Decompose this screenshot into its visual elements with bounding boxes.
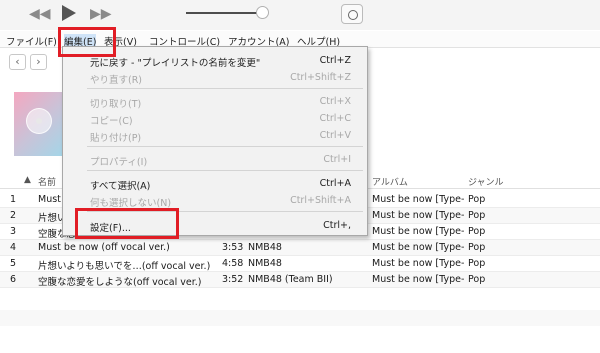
track-number: 2	[10, 210, 17, 221]
disc-icon	[26, 108, 52, 134]
track-album: Must be now [Type-C]	[372, 226, 464, 237]
menu-item-shortcut: Ctrl+A	[319, 178, 351, 189]
table-row[interactable]: 4 Must be now (off vocal ver.) 3:53 NMB48 Mu…	[0, 240, 600, 256]
menu-separator	[87, 170, 363, 171]
menu-item-shortcut: Ctrl+V	[319, 130, 351, 141]
track-number: 3	[10, 226, 17, 237]
menu-item-label: コピー(C)	[90, 116, 133, 127]
highlight-preferences	[75, 208, 179, 239]
track-number: 6	[10, 274, 17, 285]
table-row[interactable]: 6 空腹な恋愛をしような(off vocal ver.) 3:52 NMB48 (Te…	[0, 272, 600, 288]
menu-item-label: 何も選択しない(N)	[90, 198, 172, 209]
play-icon[interactable]	[59, 3, 79, 23]
player-bar: ◀◀ ▶▶	[0, 0, 600, 30]
track-number: 5	[10, 258, 17, 269]
back-button[interactable]: ‹	[9, 54, 26, 70]
menu-item-select-none[interactable]: 何も選択しない(N) Ctrl+Shift+A	[63, 192, 367, 209]
menu-item-copy[interactable]: コピー(C) Ctrl+C	[63, 110, 367, 127]
track-album: Must be now [Type-C]	[372, 242, 464, 253]
menu-item-label: やり直す(R)	[90, 75, 143, 86]
menu-item-shortcut: Ctrl+Z	[319, 55, 351, 66]
track-album: Must be now [Type-C]	[372, 210, 464, 221]
rewind-icon[interactable]: ◀◀	[29, 7, 51, 21]
menu-item-properties[interactable]: プロパティ(I) Ctrl+I	[63, 151, 367, 168]
menu-item-shortcut: Ctrl+X	[319, 96, 351, 107]
menu-item-shortcut: Ctrl+Shift+Z	[290, 72, 351, 83]
menu-item-shortcut: Ctrl+I	[323, 154, 351, 165]
track-number: 4	[10, 242, 17, 253]
menu-item-redo[interactable]: やり直す(R) Ctrl+Shift+Z	[63, 69, 367, 86]
track-genre: Pop	[468, 242, 486, 253]
track-genre: Pop	[468, 226, 486, 237]
empty-row	[0, 310, 600, 326]
track-number: 1	[10, 194, 17, 205]
track-album: Must be now [Type-C]	[372, 258, 464, 269]
forward-button[interactable]: ›	[30, 54, 47, 70]
menu-item-shortcut: Ctrl+,	[323, 220, 351, 231]
track-artist: NMB48 (Team BII)	[248, 274, 333, 285]
track-album: Must be now [Type-C]	[372, 194, 464, 205]
track-album: Must be now [Type-C]	[372, 274, 464, 285]
menu-item-paste[interactable]: 貼り付け(P) Ctrl+V	[63, 127, 367, 144]
menu-item-cut[interactable]: 切り取り(T) Ctrl+X	[63, 93, 367, 110]
menu-item-label: 貼り付け(P)	[90, 133, 142, 144]
menu-item-label: プロパティ(I)	[90, 157, 148, 168]
empty-row	[0, 294, 600, 310]
volume-slider-knob[interactable]	[256, 6, 269, 19]
menu-separator	[87, 146, 363, 147]
empty-row	[0, 326, 600, 342]
menu-item-label: 元に戻す - "プレイリストの名前を変更"	[90, 58, 261, 69]
sort-arrow-icon[interactable]: ▲	[24, 175, 31, 185]
menu-item-label: すべて選択(A)	[90, 181, 151, 192]
column-header-genre[interactable]: ジャンル	[468, 175, 504, 188]
menu-item-select-all[interactable]: すべて選択(A) Ctrl+A	[63, 175, 367, 192]
fast-forward-icon[interactable]: ▶▶	[90, 7, 112, 21]
track-name: Must be now (off vocal ver.)	[38, 242, 170, 253]
column-header-album[interactable]: アルバム	[372, 175, 408, 188]
track-genre: Pop	[468, 258, 486, 269]
track-name: 片想いよりも思いでを…(off vocal ver.)	[38, 261, 211, 272]
track-genre: Pop	[468, 274, 486, 285]
menu-file[interactable]: ファイル(F)	[6, 34, 57, 48]
menu-item-shortcut: Ctrl+C	[319, 113, 352, 124]
menu-item-shortcut: Ctrl+Shift+A	[290, 195, 351, 206]
track-genre: Pop	[468, 210, 486, 221]
track-artist: NMB48	[248, 242, 282, 253]
volume-slider-track[interactable]	[186, 12, 264, 14]
column-header-name[interactable]: 名前	[38, 175, 56, 188]
track-name: 空腹な恋愛をしような(off vocal ver.)	[38, 277, 202, 288]
airplay-icon[interactable]	[341, 4, 363, 24]
track-artist: NMB48	[248, 258, 282, 269]
menu-item-label: 切り取り(T)	[90, 99, 142, 110]
table-row[interactable]: 5 片想いよりも思いでを…(off vocal ver.) 4:58 NMB48 Mus…	[0, 256, 600, 272]
highlight-edit-menu	[58, 27, 116, 57]
track-genre: Pop	[468, 194, 486, 205]
menu-separator	[87, 88, 363, 89]
